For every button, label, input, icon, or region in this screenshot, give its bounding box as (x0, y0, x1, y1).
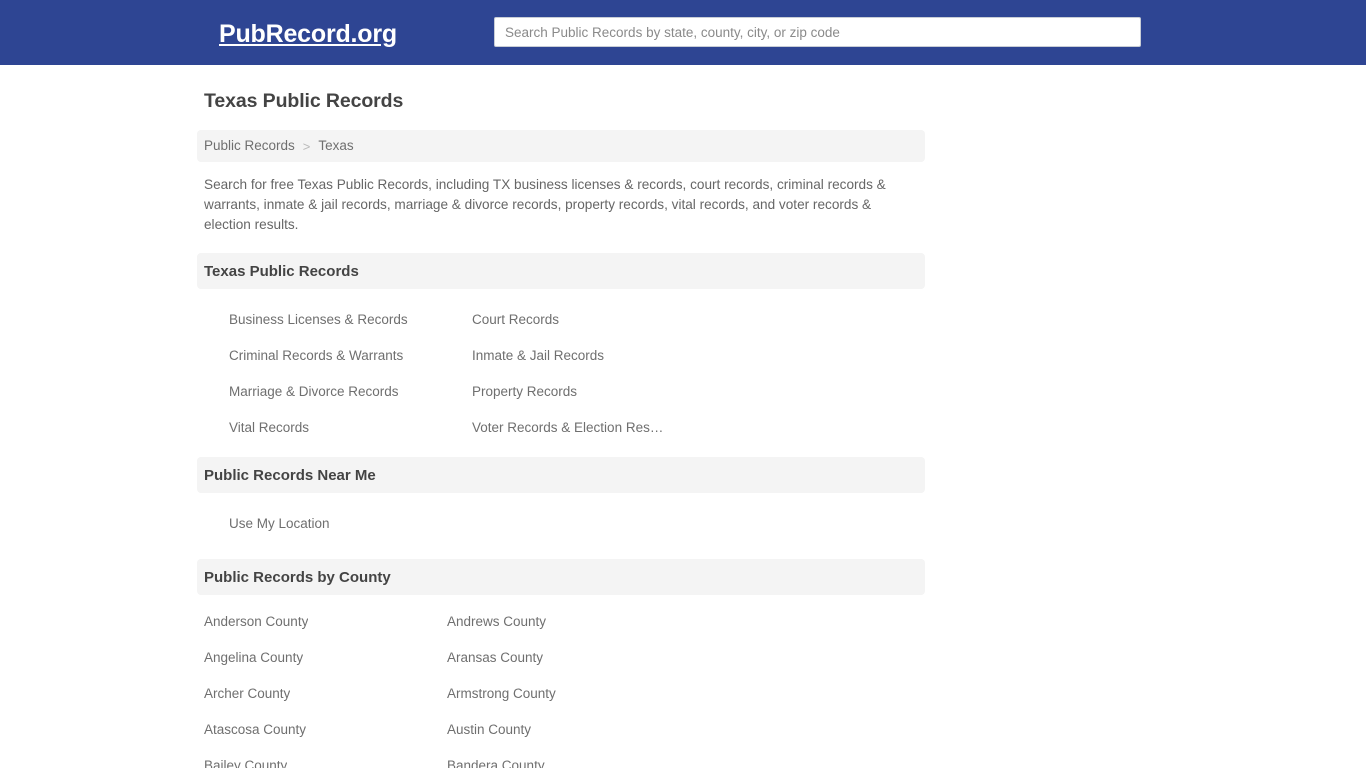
list-item[interactable]: Property Records (472, 373, 715, 409)
county-grid: Anderson County Andrews County Angelina … (197, 603, 925, 768)
list-item[interactable]: Vital Records (229, 409, 472, 445)
link-property-records[interactable]: Property Records (472, 384, 577, 399)
link-marriage-divorce-records[interactable]: Marriage & Divorce Records (229, 384, 399, 399)
link-aransas-county[interactable]: Aransas County (447, 650, 543, 665)
list-item[interactable]: Angelina County (204, 639, 447, 675)
list-item[interactable]: Criminal Records & Warrants (229, 337, 472, 373)
list-item[interactable]: Andrews County (447, 603, 690, 639)
link-vital-records[interactable]: Vital Records (229, 420, 309, 435)
section-heading-public-records-near-me: Public Records Near Me (197, 457, 925, 493)
near-me-grid: Use My Location (197, 505, 925, 541)
link-court-records[interactable]: Court Records (472, 312, 559, 327)
link-criminal-records-warrants[interactable]: Criminal Records & Warrants (229, 348, 403, 363)
link-anderson-county[interactable]: Anderson County (204, 614, 308, 629)
link-voter-records-election-results[interactable]: Voter Records & Election Res… (472, 420, 663, 435)
link-armstrong-county[interactable]: Armstrong County (447, 686, 556, 701)
content-container: Texas Public Records Public Records > Te… (197, 65, 925, 768)
link-austin-county[interactable]: Austin County (447, 722, 531, 737)
link-inmate-jail-records[interactable]: Inmate & Jail Records (472, 348, 604, 363)
list-item[interactable]: Marriage & Divorce Records (229, 373, 472, 409)
breadcrumb-item-texas[interactable]: Texas (318, 130, 353, 162)
breadcrumb-separator-icon: > (302, 138, 311, 154)
link-use-my-location[interactable]: Use My Location (229, 516, 330, 531)
link-atascosa-county[interactable]: Atascosa County (204, 722, 306, 737)
link-bailey-county[interactable]: Bailey County (204, 758, 287, 768)
list-item[interactable]: Armstrong County (447, 675, 690, 711)
site-header: PubRecord.org (0, 0, 1366, 65)
page-description: Search for free Texas Public Records, in… (204, 177, 886, 232)
list-item[interactable]: Bandera County (447, 747, 690, 768)
list-item[interactable]: Archer County (204, 675, 447, 711)
breadcrumb-item-public-records[interactable]: Public Records (204, 130, 295, 162)
record-type-grid: Business Licenses & Records Court Record… (197, 301, 925, 445)
link-business-licenses-records[interactable]: Business Licenses & Records (229, 312, 408, 327)
link-angelina-county[interactable]: Angelina County (204, 650, 303, 665)
list-item[interactable]: Inmate & Jail Records (472, 337, 715, 373)
page-title: Texas Public Records (204, 90, 404, 112)
list-item[interactable]: Voter Records & Election Res… (472, 409, 715, 445)
search-bar[interactable] (494, 17, 1141, 47)
list-item[interactable]: Anderson County (204, 603, 447, 639)
list-item[interactable]: Use My Location (229, 505, 472, 541)
list-item[interactable]: Business Licenses & Records (229, 301, 472, 337)
link-bandera-county[interactable]: Bandera County (447, 758, 545, 768)
link-archer-county[interactable]: Archer County (204, 686, 290, 701)
list-item[interactable]: Atascosa County (204, 711, 447, 747)
list-item[interactable]: Court Records (472, 301, 715, 337)
list-item[interactable]: Austin County (447, 711, 690, 747)
section-heading-texas-public-records: Texas Public Records (197, 253, 925, 289)
breadcrumb: Public Records > Texas (197, 130, 925, 162)
site-logo[interactable]: PubRecord.org (219, 20, 397, 48)
link-andrews-county[interactable]: Andrews County (447, 614, 546, 629)
list-item[interactable]: Bailey County (204, 747, 447, 768)
search-input[interactable] (494, 17, 1141, 47)
section-heading-public-records-by-county: Public Records by County (197, 559, 925, 595)
list-item[interactable]: Aransas County (447, 639, 690, 675)
